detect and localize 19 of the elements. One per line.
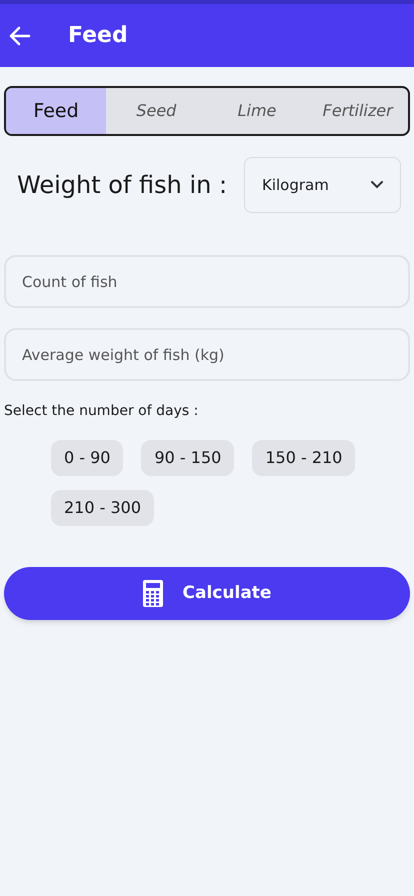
input-field[interactable]: Count of fish: [4, 255, 410, 308]
days-chip[interactable]: 0 - 90: [51, 440, 124, 476]
unit-dropdown[interactable]: Kilogram: [244, 157, 401, 213]
back-arrow-icon: [9, 26, 31, 46]
calculator-icon: [142, 580, 163, 607]
days-chip[interactable]: 90 - 150: [141, 440, 234, 476]
days-chip[interactable]: 210 - 300: [51, 490, 154, 526]
days-chip[interactable]: 150 - 210: [252, 440, 356, 476]
tab[interactable]: Fertilizer: [307, 88, 408, 134]
calculate-button[interactable]: Calculate: [4, 567, 410, 620]
unit-label: Weight of fish in :: [17, 170, 228, 201]
days-label: Select the number of days :: [4, 402, 200, 421]
tab[interactable]: Seed: [106, 88, 207, 134]
page-title: Feed: [68, 22, 128, 50]
chevron-down-icon: [371, 181, 383, 189]
back-button[interactable]: [8, 24, 32, 48]
tab[interactable]: Feed: [6, 88, 106, 134]
tab[interactable]: Lime: [206, 88, 308, 134]
input-field[interactable]: Average weight of fish (kg): [4, 328, 410, 381]
